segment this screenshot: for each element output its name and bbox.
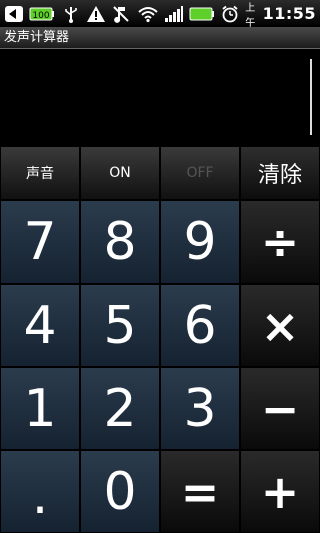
back-icon[interactable] [4,4,24,24]
digit-6-button[interactable]: 6 [160,284,240,367]
sound-button[interactable]: 声音 [0,146,80,200]
digit-0-button[interactable]: 0 [80,450,160,533]
wifi-icon [137,4,159,24]
app-title: 发声计算器 [4,30,70,45]
battery-icon [189,4,215,24]
multiply-button[interactable]: × [240,284,320,367]
equals-button[interactable]: = [160,450,240,533]
digit-2-button[interactable]: 2 [80,367,160,450]
warning-icon [86,4,106,24]
digit-8-button[interactable]: 8 [80,200,160,284]
clear-button[interactable]: 清除 [240,146,320,200]
plus-button[interactable]: + [240,450,320,533]
off-button[interactable]: OFF [160,146,240,200]
usb-icon [60,4,80,24]
status-bar: 100 上午 11:55 [0,0,320,29]
keypad: 声音 ON OFF 清除 7 8 9 ÷ 4 5 6 × 1 2 3 − . 0… [0,146,320,533]
digit-1-button[interactable]: 1 [0,367,80,450]
minus-button[interactable]: − [240,367,320,450]
divide-button[interactable]: ÷ [240,200,320,284]
battery-100-icon: 100 [29,4,55,24]
on-button[interactable]: ON [80,146,160,200]
calculator-display[interactable] [0,49,320,146]
app-title-bar: 发声计算器 [0,27,320,49]
digit-4-button[interactable]: 4 [0,284,80,367]
alarm-icon [220,4,240,24]
battery-percent-label: 100 [33,11,50,21]
am-pm-indicator: 上午 [245,2,256,29]
decimal-point-button[interactable]: . [0,450,80,533]
digit-5-button[interactable]: 5 [80,284,160,367]
signal-icon [164,4,184,24]
digit-3-button[interactable]: 3 [160,367,240,450]
text-cursor [310,59,312,135]
mute-icon [111,4,131,24]
digit-7-button[interactable]: 7 [0,200,80,284]
clock-time: 11:55 [262,4,317,23]
digit-9-button[interactable]: 9 [160,200,240,284]
